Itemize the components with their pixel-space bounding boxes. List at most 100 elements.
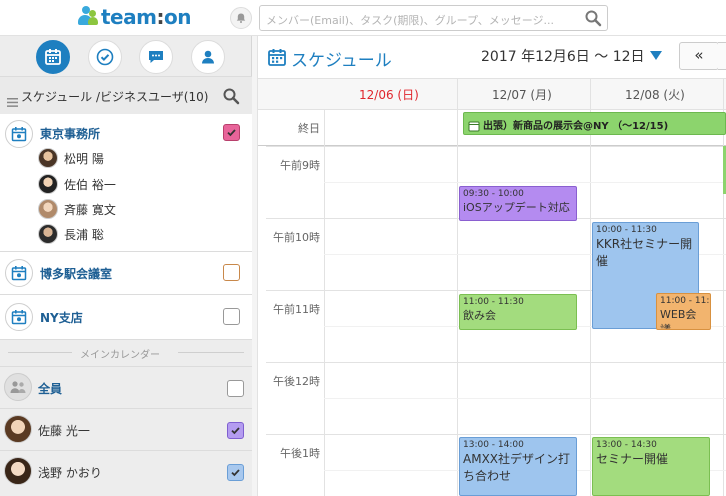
search-placeholder: メンバー(Email)、タスク(期限)、グループ、メッセージ... [266, 14, 554, 27]
day-header-tue[interactable]: 12/08 (火) [625, 86, 685, 103]
event-time: 11:00 - 11:30 [463, 297, 524, 307]
hour-label: 午前10時 [273, 231, 320, 244]
event-ios-update[interactable]: 09:30 - 10:00 iOSアップデート対応 [459, 186, 577, 221]
event-web-meeting[interactable]: 11:00 - 11:30 WEB会議 [656, 293, 711, 330]
member-name: 長浦 聡 [64, 227, 104, 242]
page-title: スケジュール [291, 51, 392, 71]
group-name: NY支店 [40, 311, 83, 325]
team-logo-icon [76, 6, 98, 28]
event-drinks[interactable]: 11:00 - 11:30 飲み会 [459, 294, 577, 330]
calendar-user-sato[interactable]: 佐藤 光一 [0, 408, 252, 450]
calendar-icon [468, 117, 480, 136]
search-icon[interactable] [584, 9, 602, 31]
schedule-main: スケジュール 2017 年12月6日 ～ 12日 « 12/06 (日) 12/… [258, 36, 726, 496]
event-title: iOSアップデート対応 [463, 201, 570, 214]
search-icon[interactable] [222, 87, 240, 109]
divider-label: メインカレンダー [80, 350, 160, 361]
sidebar: スケジュール /ビジネスユーザ(10) 東京事務所 松明 陽 佐伯 裕一 斉藤 … [0, 36, 252, 496]
group-checkbox[interactable] [223, 308, 240, 325]
member-name: 斉藤 寛文 [64, 202, 116, 217]
group-calendar-icon [5, 259, 33, 287]
day-header-mon[interactable]: 12/07 (月) [492, 86, 552, 103]
member-item[interactable]: 佐伯 裕一 [38, 173, 116, 195]
schedule-header: スケジュール 2017 年12月6日 ～ 12日 « [258, 36, 726, 78]
group-hakata-meeting-room[interactable]: 博多駅会議室 [0, 252, 252, 295]
avatar [4, 415, 32, 443]
hour-label: 午後12時 [273, 375, 320, 388]
tab-messages[interactable] [139, 40, 173, 74]
hour-label: 午前9時 [280, 159, 320, 172]
calendar-user-asano[interactable]: 浅野 かおり [0, 450, 252, 496]
calendar-name: 佐藤 光一 [38, 424, 90, 438]
member-name: 佐伯 裕一 [64, 177, 116, 192]
calendar-all-members[interactable]: 全員 [0, 366, 252, 408]
chevron-down-icon[interactable] [650, 51, 662, 60]
group-ny-branch[interactable]: NY支店 [0, 295, 252, 340]
tab-profile[interactable] [191, 40, 225, 74]
sidebar-title: スケジュール /ビジネスユーザ(10) [21, 90, 209, 104]
tab-tasks[interactable] [88, 40, 122, 74]
user-icon [202, 50, 214, 64]
event-time: 10:00 - 11:30 [596, 225, 657, 235]
group-tokyo-office[interactable]: 東京事務所 松明 陽 佐伯 裕一 斉藤 寛文 長浦 聡 [0, 114, 252, 252]
allday-event[interactable]: 出張）新商品の展示会@NY （～12/15) [463, 112, 726, 135]
main-calendar-divider: メインカレンダー [0, 340, 252, 366]
prev-week-button[interactable]: « [679, 42, 719, 70]
event-seminar[interactable]: 13:00 - 14:30 セミナー開催 [592, 437, 710, 496]
group-name: 博多駅会議室 [40, 267, 113, 281]
calendar-name: 全員 [38, 382, 63, 396]
group-checkbox[interactable] [223, 124, 240, 141]
half-hour-line [324, 398, 726, 399]
calendar-icon [45, 49, 61, 65]
event-title: AMXX社デザイン打ち合わせ [463, 452, 571, 483]
allday-event-title: 出張）新商品の展示会@NY （～12/15) [483, 121, 669, 132]
global-search-input[interactable]: メンバー(Email)、タスク(期限)、グループ、メッセージ... [259, 5, 608, 31]
hour-line [266, 434, 726, 435]
half-hour-line [324, 182, 726, 183]
hour-label: 午前11時 [273, 303, 320, 316]
calendar-checkbox[interactable] [227, 464, 244, 481]
member-item[interactable]: 長浦 聡 [38, 223, 104, 245]
group-people-icon [4, 373, 32, 401]
member-item[interactable]: 斉藤 寛文 [38, 198, 116, 220]
check-icon [231, 469, 240, 477]
calendar-name: 浅野 かおり [38, 466, 102, 480]
event-time: 11:00 - 11:30 [660, 296, 710, 306]
date-range[interactable]: 2017 年12月6日 ～ 12日 [481, 46, 645, 66]
event-time: 09:30 - 10:00 [463, 189, 524, 199]
avatar [38, 199, 58, 219]
day-header-sun[interactable]: 12/06 (日) [359, 86, 419, 103]
group-checkbox[interactable] [223, 264, 240, 281]
column-divider [324, 110, 325, 496]
event-title: 飲み会 [463, 309, 496, 322]
notification-bell-icon[interactable] [230, 7, 252, 29]
app-logo[interactable]: team:on [76, 5, 191, 29]
top-header: team:on メンバー(Email)、タスク(期限)、グループ、メッセージ..… [0, 0, 726, 36]
hour-label: 午後1時 [280, 447, 320, 460]
check-icon [231, 427, 240, 435]
hour-line [266, 362, 726, 363]
event-time: 13:00 - 14:30 [596, 440, 657, 450]
group-calendar-icon [5, 120, 33, 148]
chat-bubble-icon [149, 51, 163, 63]
calendar-icon [267, 47, 287, 71]
avatar [38, 148, 58, 168]
event-title: WEB会議 [660, 308, 697, 330]
check-icon [227, 129, 236, 137]
event-amxx-design[interactable]: 13:00 - 14:00 AMXX社デザイン打ち合わせ [459, 437, 577, 496]
prev-day-button[interactable] [718, 42, 726, 70]
avatar [38, 224, 58, 244]
hamburger-icon[interactable] [7, 92, 18, 111]
member-item[interactable]: 松明 陽 [38, 147, 104, 169]
event-title: セミナー開催 [596, 452, 669, 466]
tab-schedule[interactable] [36, 40, 70, 74]
avatar [4, 457, 32, 485]
sidebar-title-bar: スケジュール /ビジネスユーザ(10) [0, 76, 252, 114]
member-name: 松明 陽 [64, 151, 104, 166]
allday-label: 終日 [298, 122, 320, 135]
day-header-row: 12/06 (日) 12/07 (月) 12/08 (火) [258, 78, 726, 110]
calendar-checkbox[interactable] [227, 380, 244, 397]
avatar [38, 174, 58, 194]
group-name: 東京事務所 [40, 127, 101, 141]
calendar-checkbox[interactable] [227, 422, 244, 439]
